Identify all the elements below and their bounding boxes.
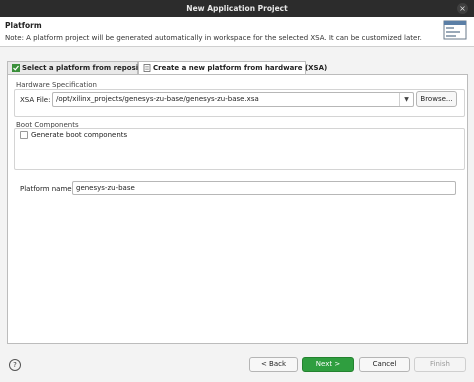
browse-button[interactable]: Browse... (416, 91, 457, 107)
tab-select-from-repository[interactable]: Select a platform from repository (7, 61, 154, 74)
wizard-header: Platform Note: A platform project will b… (0, 17, 474, 47)
close-icon[interactable]: × (457, 3, 468, 14)
finish-button[interactable]: Finish (414, 357, 466, 372)
cancel-button[interactable]: Cancel (359, 357, 410, 372)
next-button[interactable]: Next > (302, 357, 354, 372)
page-title: Platform (5, 21, 42, 30)
window-titlebar: New Application Project × (0, 0, 474, 17)
xsa-file-combobox[interactable]: /opt/xilinx_projects/genesys-zu-base/gen… (52, 92, 414, 107)
page-description: Note: A platform project will be generat… (5, 34, 422, 42)
chevron-down-icon[interactable]: ▼ (399, 93, 413, 106)
wizard-footer: ? < Back Next > Cancel Finish (0, 347, 474, 382)
xsa-file-value: /opt/xilinx_projects/genesys-zu-base/gen… (56, 95, 259, 103)
hardware-spec-group-label: Hardware Specification (16, 81, 97, 89)
checkmark-icon (12, 64, 20, 72)
tab-label: Create a new platform from hardware (XSA… (153, 64, 328, 72)
platform-name-value: genesys-zu-base (76, 184, 135, 192)
generate-boot-components-label: Generate boot components (31, 131, 128, 139)
platform-name-input[interactable]: genesys-zu-base (72, 181, 456, 195)
wizard-window-icon (443, 20, 467, 40)
document-icon (143, 64, 151, 72)
back-button[interactable]: < Back (249, 357, 298, 372)
help-icon[interactable]: ? (9, 359, 21, 371)
tab-content-panel: Hardware Specification XSA File: /opt/xi… (7, 74, 468, 344)
platform-name-label: Platform name: (20, 185, 74, 193)
xsa-file-label: XSA File: (20, 96, 51, 104)
tab-create-from-hardware[interactable]: Create a new platform from hardware (XSA… (138, 61, 327, 75)
window-title: New Application Project (186, 4, 288, 13)
tab-label: Select a platform from repository (22, 64, 155, 72)
generate-boot-components-checkbox[interactable] (20, 131, 28, 139)
